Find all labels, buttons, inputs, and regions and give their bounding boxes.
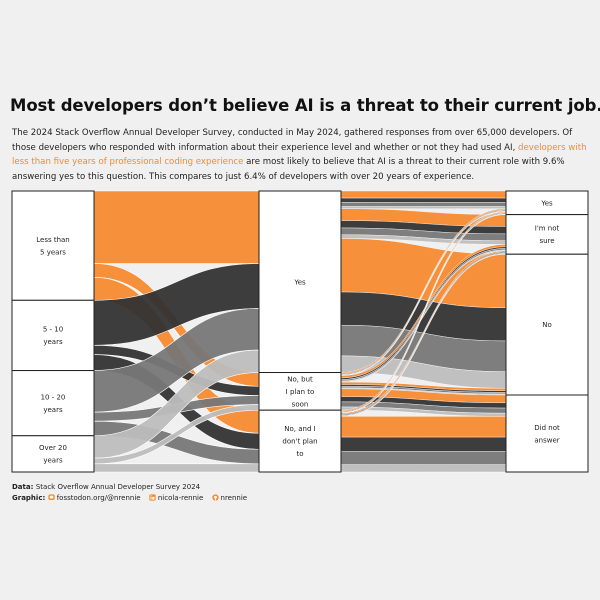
flow-use0-threat0-part3 bbox=[340, 206, 507, 209]
node-ai_use-0: Yes bbox=[258, 190, 342, 374]
mastodon-icon bbox=[48, 494, 55, 500]
node-label-ai_threat-3-line1: answer bbox=[534, 436, 559, 444]
node-experience-3: Over 20 years bbox=[11, 435, 95, 473]
caption-data-label: Data bbox=[12, 483, 31, 491]
flow-use2-threat3-part3 bbox=[340, 464, 507, 473]
linkedin-icon bbox=[149, 494, 156, 501]
caption-data: Data: Stack Overflow Annual Developer Su… bbox=[12, 483, 200, 491]
caption-data-text: Stack Overflow Annual Developer Survey 2… bbox=[35, 483, 201, 491]
node-box-experience-3 bbox=[11, 435, 95, 473]
page: Most developers don’t believe AI is a th… bbox=[0, 0, 600, 600]
node-label-ai_use-2-line1: don't plan bbox=[282, 438, 317, 446]
flow-use2-threat3-part1 bbox=[340, 436, 507, 452]
node-label-ai_threat-1-line0: I'm not bbox=[535, 225, 560, 233]
flow-use0-threat0-part0 bbox=[340, 190, 507, 199]
mastodon-link[interactable]: fosstodon.org/@nrennie bbox=[57, 494, 141, 502]
node-experience-0: Less than 5 years bbox=[11, 190, 95, 301]
node-box-ai_threat-3 bbox=[505, 394, 589, 473]
node-box-experience-0 bbox=[11, 190, 95, 301]
github-icon bbox=[211, 494, 219, 501]
flow-use0-threat0-part2 bbox=[340, 202, 507, 207]
node-label-experience-0-line1: 5 years bbox=[40, 248, 66, 256]
node-box-experience-2 bbox=[11, 370, 95, 437]
node-label-experience-1-line0: 5 - 10 bbox=[43, 326, 63, 334]
node-label-ai_use-1-line0: No, but bbox=[287, 375, 313, 383]
node-experience-2: 10 - 20 years bbox=[11, 370, 95, 437]
node-experience-1: 5 - 10 years bbox=[11, 299, 95, 372]
flow-use2-threat3-part2 bbox=[340, 451, 507, 465]
node-label-ai_threat-0-line0: Yes bbox=[540, 199, 553, 207]
node-label-ai_use-2-line0: No, and I bbox=[284, 425, 315, 433]
node-label-ai_threat-1-line1: sure bbox=[539, 237, 554, 245]
node-ai_threat-1: I'm not sure bbox=[505, 214, 589, 255]
node-label-ai_threat-2-line0: No bbox=[542, 321, 552, 329]
caption-graphic: Graphic: fosstodon.org/@nrennie nicola-r… bbox=[12, 494, 247, 502]
node-label-experience-3-line0: Over 20 bbox=[39, 444, 67, 452]
node-ai_threat-3: Did not answer bbox=[505, 394, 589, 473]
node-label-experience-2-line1: years bbox=[43, 406, 63, 414]
node-label-ai_use-1-line2: soon bbox=[292, 400, 309, 408]
node-label-ai_use-1-line1: I plan to bbox=[286, 388, 315, 396]
node-ai_use-2: No, and I don't plan to bbox=[258, 409, 342, 473]
flow-exp0-use0 bbox=[93, 190, 260, 264]
node-ai_threat-2: No bbox=[505, 253, 589, 396]
caption-graphic-label: Graphic bbox=[12, 494, 43, 502]
node-ai_threat-0: Yes bbox=[505, 190, 589, 216]
node-label-experience-1-line1: years bbox=[43, 338, 63, 346]
flow-use0-threat0-part1 bbox=[340, 197, 507, 203]
node-label-experience-0-line0: Less than bbox=[36, 236, 70, 244]
linkedin-link[interactable]: nicola-rennie bbox=[158, 494, 203, 502]
sankey-chart: Less than5 years5 - 10years10 - 20yearsO… bbox=[11, 190, 589, 473]
node-ai_use-1: No, but I plan to soon bbox=[258, 372, 342, 411]
github-link[interactable]: nrennie bbox=[221, 494, 248, 502]
node-label-ai_use-0-line0: Yes bbox=[293, 278, 306, 286]
flow-exp3-use2 bbox=[93, 463, 260, 473]
node-label-experience-3-line1: years bbox=[43, 457, 63, 465]
node-label-ai_use-2-line2: to bbox=[296, 450, 303, 458]
node-label-ai_threat-3-line0: Did not bbox=[534, 424, 560, 432]
flow-use2-threat3-part0 bbox=[340, 416, 507, 438]
node-label-experience-2-line0: 10 - 20 bbox=[41, 393, 66, 401]
node-box-experience-1 bbox=[11, 299, 95, 372]
node-box-ai_threat-1 bbox=[505, 214, 589, 255]
